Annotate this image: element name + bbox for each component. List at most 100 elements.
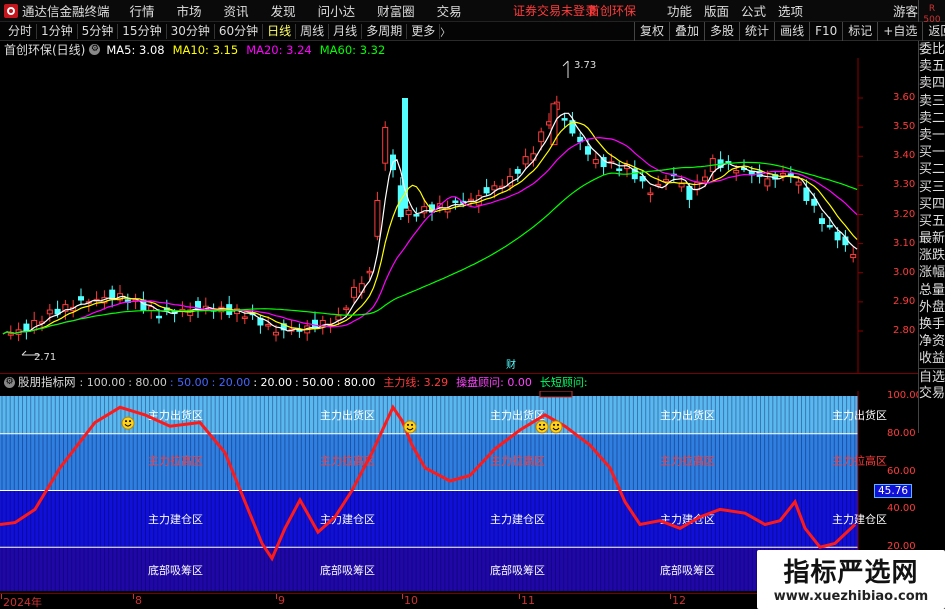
smiley-icon — [121, 416, 135, 430]
period-toolbar: 分时 1分钟 5分钟 15分钟 30分钟 60分钟 日线 周线 月线 多周期 更多〉 复权 叠加 多股统… — [0, 21, 945, 41]
price-tick: 3.30 — [893, 179, 916, 191]
side-panel-item[interactable]: 收益 — [919, 350, 945, 367]
main-chart[interactable]: 3.73 2.71 财 — [0, 58, 918, 373]
period-tab[interactable]: 5分钟 — [78, 23, 119, 39]
menu-item[interactable]: 财富圈 — [377, 1, 415, 20]
indicator-param: : 50.00 — [295, 375, 334, 389]
zone-label-mid: 主力拉高区 — [660, 453, 715, 467]
right-menu-item[interactable]: 功能 — [667, 1, 692, 20]
side-panel-item[interactable]: 买一 — [919, 144, 945, 161]
time-tick-mark — [1, 594, 2, 599]
menu-item[interactable]: 资讯 — [224, 1, 249, 20]
side-panel-item[interactable]: 换手 — [919, 316, 945, 333]
smiley-icon — [403, 420, 417, 434]
side-panel-item[interactable]: 涨跌 — [919, 247, 945, 264]
side-panel-item[interactable]: 卖四 — [919, 75, 945, 92]
side-panel-item[interactable]: 卖三 — [919, 93, 945, 110]
indicator-param: : 100.00 — [79, 375, 126, 389]
side-panel-item[interactable]: 买四 — [919, 196, 945, 213]
side-panel-item[interactable]: 最新 — [919, 230, 945, 247]
indicator-tick: 60.00 — [887, 465, 916, 477]
ma-label: MA10: 3.15 — [172, 42, 239, 57]
indicator-tick: 40.00 — [887, 503, 916, 515]
login-notice[interactable]: 证券交易未登录 — [513, 2, 597, 19]
side-panel-item[interactable]: 卖二 — [919, 110, 945, 127]
side-panel-item[interactable]: 净资 — [919, 333, 945, 350]
zone-label-top: 主力出货区 — [832, 408, 887, 422]
period-tab[interactable]: 多周期 — [362, 23, 408, 39]
settings-icon[interactable]: ⚙ — [89, 44, 101, 55]
time-tick: 10 — [404, 594, 418, 607]
indicator-param: : 50.00 — [169, 375, 209, 389]
candlesticks — [7, 95, 857, 342]
current-value-badge: 45.76 — [874, 483, 913, 498]
side-panel-item[interactable]: 卖一 — [919, 127, 945, 144]
chart-button[interactable]: 叠加 — [669, 21, 704, 41]
zone-label-mid: 主力拉高区 — [832, 453, 887, 467]
menu-item[interactable]: 发现 — [271, 1, 296, 20]
period-tab[interactable]: 30分钟 — [167, 23, 215, 39]
chart-button[interactable]: +自选 — [877, 21, 922, 41]
right-menu-item[interactable]: 版面 — [704, 1, 729, 20]
side-panel-item[interactable]: 买三 — [919, 179, 945, 196]
price-tick: 3.00 — [893, 266, 916, 278]
ma-info-line: 首创环保(日线) ⚙ MA5: 3.08 MA10: 3.15 MA20: 3.24… — [0, 41, 945, 58]
time-tick-mark — [276, 594, 277, 599]
indicator-param: : 20.00 — [211, 375, 251, 389]
time-tick: 8 — [135, 594, 142, 607]
chart-button[interactable]: 标记 — [842, 21, 877, 41]
event-marker[interactable]: 财 — [506, 358, 516, 371]
ma-label: MA60: 3.32 — [319, 42, 386, 57]
time-tick-mark — [133, 594, 134, 599]
chart-button[interactable]: 多股 — [704, 21, 739, 41]
period-tab[interactable]: 分时 — [4, 23, 38, 39]
chart-button[interactable]: 复权 — [634, 21, 669, 41]
period-tab[interactable]: 月线 — [329, 23, 363, 39]
ma-label: MA20: 3.24 — [246, 42, 312, 57]
right-menu-item[interactable]: 公式 — [741, 1, 766, 20]
side-panel-item[interactable]: 总量 — [919, 282, 945, 299]
zone-label-build: 主力建仓区 — [148, 512, 203, 526]
time-tick: 2024年 — [3, 596, 42, 609]
guest-label[interactable]: 游客 — [893, 1, 918, 20]
side-panel-item[interactable]: 买五 — [919, 213, 945, 230]
period-tab[interactable]: 周线 — [296, 23, 330, 39]
price-tick: 3.60 — [893, 92, 916, 103]
spike-candle — [402, 98, 408, 209]
side-panel-item[interactable]: 卖五 — [919, 58, 945, 75]
chart-button[interactable]: F10 — [809, 21, 842, 41]
gear-icon[interactable]: ⚙ — [4, 376, 15, 388]
zone-label-build: 主力建仓区 — [490, 512, 545, 526]
chart-button[interactable]: 返回 — [922, 21, 945, 41]
chart-button[interactable]: 画线 — [774, 21, 809, 41]
menu-item[interactable]: 市场 — [177, 1, 202, 20]
side-panel-item[interactable]: 买二 — [919, 161, 945, 178]
period-tab[interactable]: 1分钟 — [37, 23, 78, 39]
menu-item[interactable]: 问小达 — [318, 1, 356, 20]
side-panel-item[interactable]: 涨幅 — [919, 264, 945, 281]
right-menu-item[interactable]: 选项 — [778, 1, 803, 20]
period-tab[interactable]: 日线 — [263, 23, 297, 39]
chart-button[interactable]: 统计 — [739, 21, 774, 41]
low-price-label: 2.71 — [34, 352, 56, 363]
side-panel-item[interactable]: 自选 — [919, 367, 945, 385]
side-panel-item[interactable]: 交易 — [919, 385, 945, 402]
zone-label-bottom: 底部吸筹区 — [490, 563, 545, 577]
menu-item[interactable]: 行情 — [130, 1, 155, 20]
chevron-right-icon[interactable]: 〉 — [440, 24, 450, 39]
side-panel-item[interactable]: 委比 — [919, 41, 945, 58]
cursor-marker — [539, 391, 573, 398]
period-tab[interactable]: 更多 — [407, 23, 441, 39]
indicator-info-line: ⚙ 股朋指标网 : 100.00: 80.00: 50.00: 20.00: 2… — [0, 373, 945, 390]
side-panel-item[interactable]: 外盘 — [919, 299, 945, 316]
indicator-name[interactable]: 股朋指标网 — [18, 374, 76, 390]
notice-stock[interactable]: 首创环保 — [588, 2, 636, 19]
price-tick: 3.50 — [893, 121, 916, 133]
ma-label: MA5: 3.08 — [106, 42, 165, 57]
menu-item[interactable]: 交易 — [437, 1, 462, 20]
period-tab[interactable]: 15分钟 — [118, 23, 167, 39]
ma5-line — [2, 112, 858, 335]
period-tab[interactable]: 60分钟 — [215, 23, 264, 39]
time-tick-mark — [670, 594, 671, 599]
price-tick: 3.20 — [893, 208, 916, 220]
